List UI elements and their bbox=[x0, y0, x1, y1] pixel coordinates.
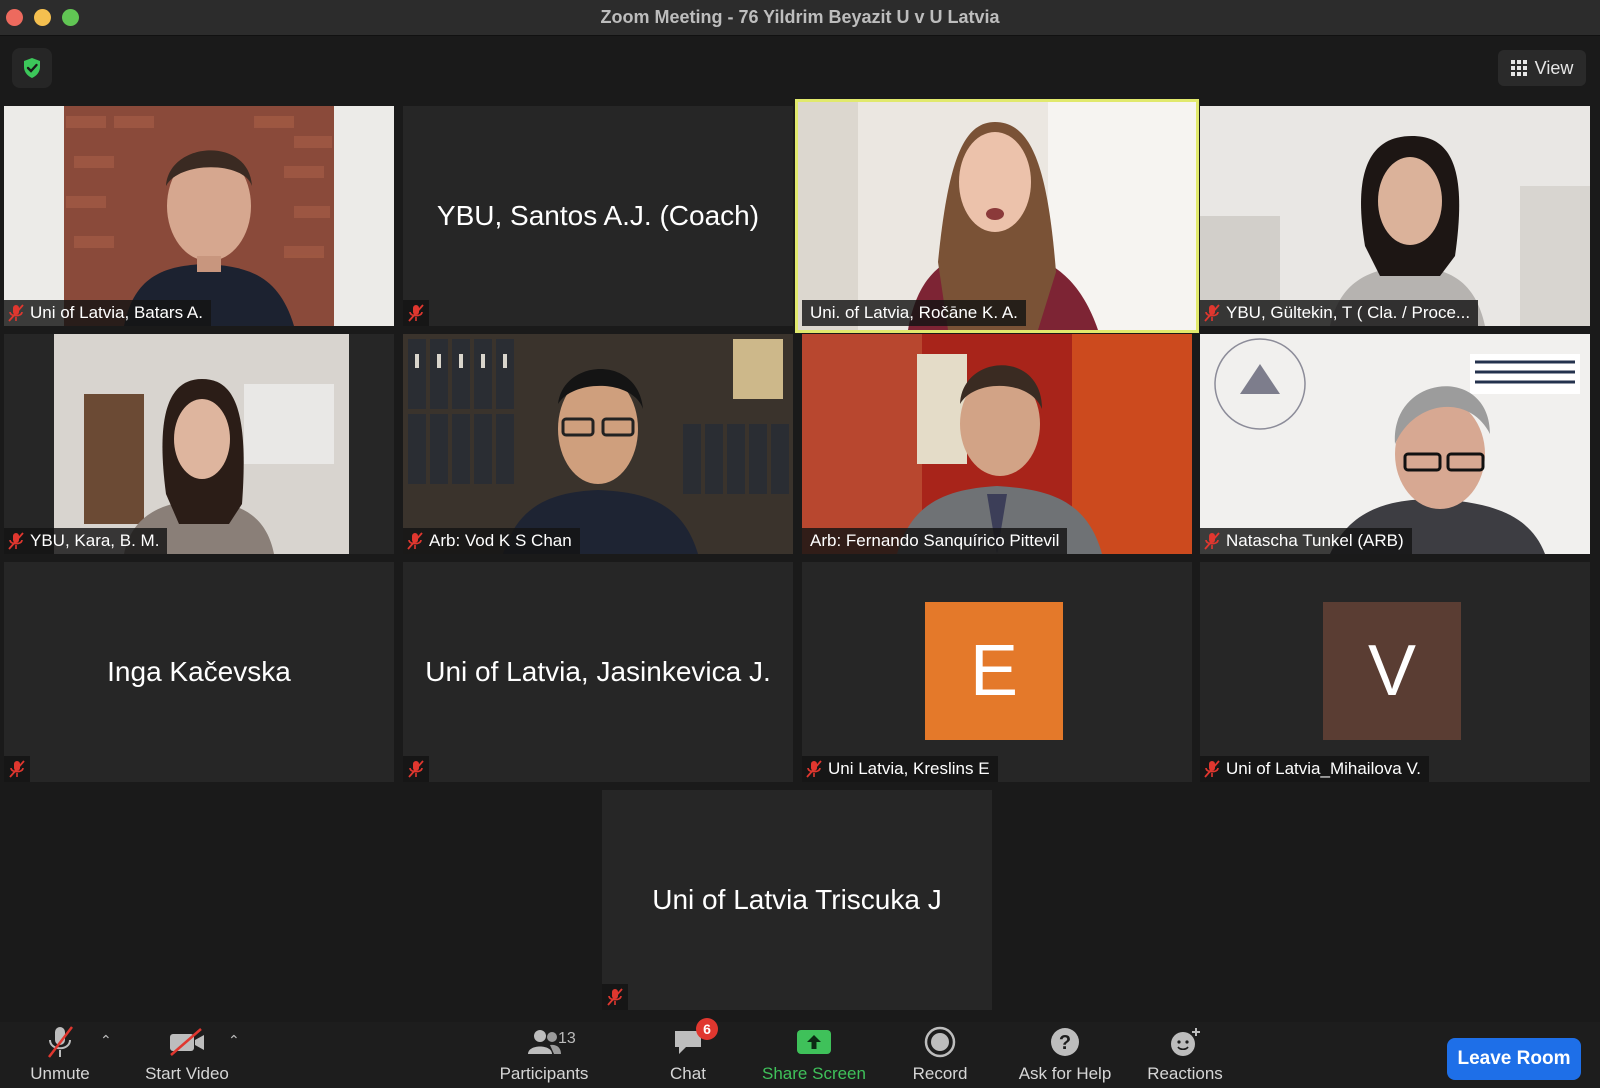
participants-label: Participants bbox=[499, 1064, 589, 1083]
muted-mic-icon bbox=[1204, 532, 1220, 550]
participants-button[interactable]: 13 Participants bbox=[494, 1022, 594, 1088]
question-mark-icon: ? bbox=[1051, 1028, 1079, 1056]
active-speaker-tile[interactable]: Uni. of Latvia, Ročāne K. A. bbox=[795, 99, 1199, 333]
participant-mic-status bbox=[602, 984, 628, 1010]
ask-for-help-label: Ask for Help bbox=[1018, 1064, 1112, 1083]
participant-name-tag: Uni. of Latvia, Ročāne K. A. bbox=[802, 300, 1026, 326]
view-button[interactable]: View bbox=[1498, 50, 1586, 86]
muted-mic-icon bbox=[9, 760, 25, 778]
participant-tile[interactable]: Arb: Vod K S Chan bbox=[403, 334, 793, 554]
participant-name-tag: Arb: Vod K S Chan bbox=[403, 528, 580, 554]
zoom-window: Zoom Meeting - 76 Yildrim Beyazit U v U … bbox=[0, 0, 1600, 1088]
participant-name-display: Inga Kačevska bbox=[107, 656, 291, 687]
participant-name: Uni Latvia, Kreslins E bbox=[828, 759, 990, 778]
participant-mic-status bbox=[4, 756, 30, 782]
share-screen-arrow-icon bbox=[797, 1030, 831, 1054]
participant-video bbox=[802, 334, 1192, 554]
muted-mic-icon bbox=[408, 304, 424, 322]
chat-label: Chat bbox=[670, 1064, 706, 1083]
participant-name: Arb: Vod K S Chan bbox=[429, 531, 572, 550]
participant-tile[interactable]: Uni of Latvia, Jasinkevica J. bbox=[403, 562, 793, 782]
record-icon bbox=[924, 1026, 956, 1058]
participant-name-tag: Uni of Latvia_Mihailova V. bbox=[1200, 756, 1429, 782]
participant-video bbox=[1200, 334, 1590, 554]
participant-tile[interactable]: Natascha Tunkel (ARB) bbox=[1200, 334, 1590, 554]
start-video-button[interactable]: Start Video bbox=[140, 1022, 234, 1088]
participant-tile[interactable]: E Uni Latvia, Kreslins E bbox=[802, 562, 1192, 782]
muted-mic-icon bbox=[1204, 760, 1220, 778]
participant-name: Uni of Latvia, Batars A. bbox=[30, 303, 203, 322]
participant-name-tag: Arb: Fernando Sanquírico Pittevil bbox=[802, 528, 1068, 554]
participants-count: 13 bbox=[558, 1030, 576, 1047]
muted-microphone-icon bbox=[48, 1026, 73, 1058]
participant-name-tag: Natascha Tunkel (ARB) bbox=[1200, 528, 1412, 554]
share-screen-button[interactable]: Share Screen bbox=[756, 1022, 872, 1088]
participant-avatar: V bbox=[1323, 602, 1461, 740]
participants-people-icon bbox=[528, 1030, 561, 1054]
participant-name: Natascha Tunkel (ARB) bbox=[1226, 531, 1404, 550]
participant-mic-status bbox=[403, 300, 429, 326]
participant-tile[interactable]: Inga Kačevska bbox=[4, 562, 394, 782]
chat-button[interactable]: 6 Chat bbox=[648, 1018, 728, 1088]
participant-avatar: E bbox=[925, 602, 1063, 740]
start-video-label: Start Video bbox=[145, 1064, 229, 1083]
muted-mic-icon bbox=[407, 532, 423, 550]
participant-tile[interactable]: Arb: Fernando Sanquírico Pittevil bbox=[802, 334, 1192, 554]
avatar-initial: V bbox=[1367, 631, 1417, 711]
participant-name-tag: YBU, Kara, B. M. bbox=[4, 528, 168, 554]
participant-name-tag: Uni Latvia, Kreslins E bbox=[802, 756, 998, 782]
grid-view-icon bbox=[1510, 60, 1527, 76]
video-off-camera-icon bbox=[170, 1028, 204, 1056]
title-bar: Zoom Meeting - 76 Yildrim Beyazit U v U … bbox=[0, 0, 1600, 36]
unmute-button[interactable]: Unmute bbox=[20, 1022, 100, 1088]
leave-room-button[interactable]: Leave Room bbox=[1447, 1038, 1581, 1080]
participant-tile[interactable]: Uni of Latvia Triscuka J bbox=[602, 790, 992, 1010]
participant-name: Uni of Latvia_Mihailova V. bbox=[1226, 759, 1421, 778]
video-options-chevron-up-icon[interactable]: ⌃ bbox=[228, 1032, 240, 1049]
participant-tile[interactable]: YBU, Santos A.J. (Coach) bbox=[403, 106, 793, 326]
participant-name-tag: Uni of Latvia, Batars A. bbox=[4, 300, 211, 326]
participant-name: YBU, Kara, B. M. bbox=[30, 531, 160, 550]
meeting-toolbar: Unmute ⌃ Start Video ⌃ 13 Participants 6… bbox=[0, 1018, 1600, 1088]
participant-name: YBU, Gültekin, T ( Cla. / Proce... bbox=[1226, 303, 1471, 322]
svg-text:?: ? bbox=[1059, 1032, 1071, 1054]
participant-name-display: Uni of Latvia Triscuka J bbox=[652, 884, 942, 915]
participant-video bbox=[403, 334, 793, 554]
reactions-button[interactable]: Reactions bbox=[1140, 1022, 1230, 1088]
window-title: Zoom Meeting - 76 Yildrim Beyazit U v U … bbox=[600, 7, 1000, 27]
participant-name-display: Uni of Latvia, Jasinkevica J. bbox=[425, 656, 771, 687]
participant-tile[interactable]: V Uni of Latvia_Mihailova V. bbox=[1200, 562, 1590, 782]
view-label: View bbox=[1534, 57, 1574, 78]
participant-tile[interactable]: Uni of Latvia, Batars A. bbox=[4, 106, 394, 326]
muted-mic-icon bbox=[607, 988, 623, 1006]
share-screen-label: Share Screen bbox=[762, 1064, 866, 1083]
participant-tile[interactable]: YBU, Gültekin, T ( Cla. / Proce... bbox=[1200, 106, 1590, 326]
participant-mic-status bbox=[403, 756, 429, 782]
muted-mic-icon bbox=[1204, 304, 1220, 322]
security-shield-button[interactable] bbox=[12, 48, 52, 88]
muted-mic-icon bbox=[408, 760, 424, 778]
participant-video bbox=[4, 334, 394, 554]
muted-mic-icon bbox=[806, 760, 822, 778]
participant-tile[interactable]: YBU, Kara, B. M. bbox=[4, 334, 394, 554]
participant-name-display: YBU, Santos A.J. (Coach) bbox=[436, 200, 760, 231]
participant-name-tag: YBU, Gültekin, T ( Cla. / Proce... bbox=[1200, 300, 1479, 326]
reactions-label: Reactions bbox=[1147, 1064, 1223, 1083]
muted-mic-icon bbox=[8, 304, 24, 322]
shield-check-icon bbox=[24, 58, 40, 78]
smiley-plus-icon bbox=[1171, 1028, 1200, 1056]
unmute-label: Unmute bbox=[30, 1064, 90, 1083]
participant-name: Arb: Fernando Sanquírico Pittevil bbox=[810, 531, 1060, 550]
participant-video bbox=[1200, 106, 1590, 326]
ask-for-help-button[interactable]: ? Ask for Help bbox=[1010, 1022, 1120, 1088]
audio-options-chevron-up-icon[interactable]: ⌃ bbox=[100, 1032, 112, 1049]
avatar-initial: E bbox=[969, 631, 1019, 711]
muted-mic-icon bbox=[8, 532, 24, 550]
chat-unread-badge: 6 bbox=[696, 1018, 718, 1040]
participant-video bbox=[4, 106, 394, 326]
participant-video bbox=[798, 102, 1196, 330]
record-button[interactable]: Record bbox=[902, 1022, 978, 1088]
participant-name: Uni. of Latvia, Ročāne K. A. bbox=[810, 303, 1018, 322]
record-label: Record bbox=[912, 1064, 968, 1083]
